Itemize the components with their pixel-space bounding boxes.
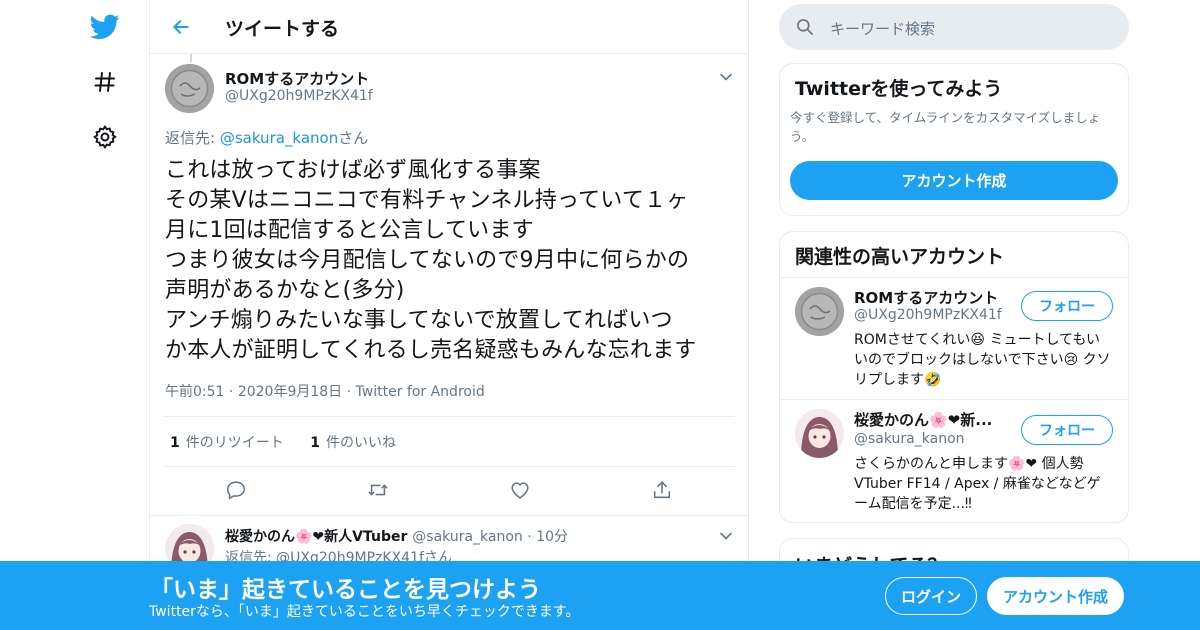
- share-icon[interactable]: [650, 478, 674, 502]
- tweet-source: Twitter for Android: [355, 384, 485, 400]
- search-icon: [795, 17, 815, 37]
- like-icon[interactable]: [508, 478, 532, 502]
- banner-title: 「いま」起きていることを見つけよう: [150, 577, 541, 603]
- divider: [165, 416, 735, 417]
- avatar[interactable]: [165, 64, 214, 113]
- follow-button[interactable]: フォロー: [1021, 291, 1113, 321]
- tweet-meta: 午前0:51 · 2020年9月18日 · Twitter for Androi…: [165, 384, 485, 400]
- account-name[interactable]: ROMするアカウント: [854, 287, 998, 308]
- login-button[interactable]: ログイン: [885, 577, 977, 615]
- tweet-text: これは放っておけば必ず風化する事案 その某Vはニコニコで有料チャンネル持っていて…: [165, 158, 697, 363]
- reply-author-name: 桜愛かのん🌸❤新人VTuber: [225, 529, 408, 545]
- create-account-button[interactable]: アカウント作成: [790, 161, 1118, 200]
- retweet-count: 1: [170, 435, 180, 451]
- twitter-bird-icon[interactable]: [90, 12, 120, 42]
- retweet-icon[interactable]: [366, 478, 390, 502]
- search-placeholder: キーワード検索: [830, 20, 936, 38]
- tweet-time[interactable]: 午前0:51: [165, 384, 224, 400]
- related-title: 関連性の高いアカウント: [795, 246, 1005, 268]
- divider: [780, 277, 1128, 278]
- author-handle[interactable]: @UXg20h9MPzKX41f: [225, 88, 373, 104]
- like-stat[interactable]: 1 件のいいね: [310, 435, 396, 451]
- reply-author-handle: @sakura_kanon: [412, 529, 523, 545]
- reply-author[interactable]: 桜愛かのん🌸❤新人VTuber @sakura_kanon · 10分: [225, 526, 568, 546]
- divider: [780, 399, 1128, 400]
- account-name[interactable]: 桜愛かのん🌸❤新...: [854, 409, 992, 430]
- tweet-stats: 1 件のリツイート 1 件のいいね: [170, 432, 418, 452]
- avatar[interactable]: [795, 287, 844, 336]
- signup-card-description: 今すぐ登録して、タイムラインをカスタマイズしましょう。: [790, 110, 1101, 144]
- account-handle: @sakura_kanon: [854, 431, 965, 447]
- search-input[interactable]: キーワード検索: [779, 4, 1129, 50]
- author-name[interactable]: ROMするアカウント: [225, 68, 369, 89]
- retweet-label: 件のリツイート: [185, 435, 284, 451]
- left-nav: [80, 0, 130, 630]
- banner-create-account-button[interactable]: アカウント作成: [987, 577, 1124, 615]
- gear-icon[interactable]: [90, 122, 120, 152]
- tweet-date[interactable]: 2020年9月18日: [238, 384, 342, 400]
- back-button[interactable]: [168, 14, 194, 40]
- reply-to: 返信先: @sakura_kanonさん: [165, 127, 368, 148]
- signup-card-title: Twitterを使ってみよう: [795, 78, 1003, 100]
- main-column: ツイートする ROMするアカウント @UXg20h9MPzKX41f 返信先: …: [149, 0, 749, 630]
- reply-icon[interactable]: [224, 478, 248, 502]
- signup-card: Twitterを使ってみよう 今すぐ登録して、タイムラインをカスタマイズしましょ…: [779, 63, 1129, 216]
- follow-button[interactable]: フォロー: [1021, 415, 1113, 445]
- chevron-down-icon[interactable]: [718, 528, 734, 544]
- reply-handle-link[interactable]: @sakura_kanon: [220, 129, 338, 147]
- signup-banner: 「いま」起きていることを見つけよう Twitterなら、「いま」起きていることを…: [0, 561, 1200, 630]
- divider: [165, 466, 735, 467]
- chevron-down-icon[interactable]: [718, 69, 734, 85]
- main-header: ツイートする: [150, 0, 748, 54]
- hashtag-icon[interactable]: [90, 67, 120, 97]
- like-label: 件のいいね: [325, 435, 396, 451]
- banner-subtitle: Twitterなら、「いま」起きていることをいち早くチェックできます。: [149, 604, 580, 620]
- account-handle: @UXg20h9MPzKX41f: [854, 307, 1002, 323]
- arrow-left-icon: [173, 20, 189, 34]
- account-bio: ROMさせてくれい😆 ミュートしてもいいのでブロックはしないで下さい😢 クソリプ…: [854, 332, 1111, 388]
- related-accounts-card: 関連性の高いアカウント ROMするアカウント @UXg20h9MPzKX41f …: [779, 231, 1129, 523]
- reply-prefix: 返信先:: [165, 129, 220, 147]
- reply-suffix: さん: [338, 129, 369, 147]
- tweet-actions: [150, 478, 750, 504]
- account-bio: さくらかのんと申します🌸❤ 個人勢VTuber FF14 / Apex / 麻雀…: [854, 456, 1101, 512]
- page-title: ツイートする: [225, 18, 340, 40]
- avatar[interactable]: [795, 409, 844, 458]
- divider: [150, 515, 748, 516]
- retweet-stat[interactable]: 1 件のリツイート: [170, 435, 284, 451]
- reply-time: 10分: [536, 529, 568, 545]
- like-count: 1: [310, 435, 320, 451]
- thread-line: [190, 54, 192, 62]
